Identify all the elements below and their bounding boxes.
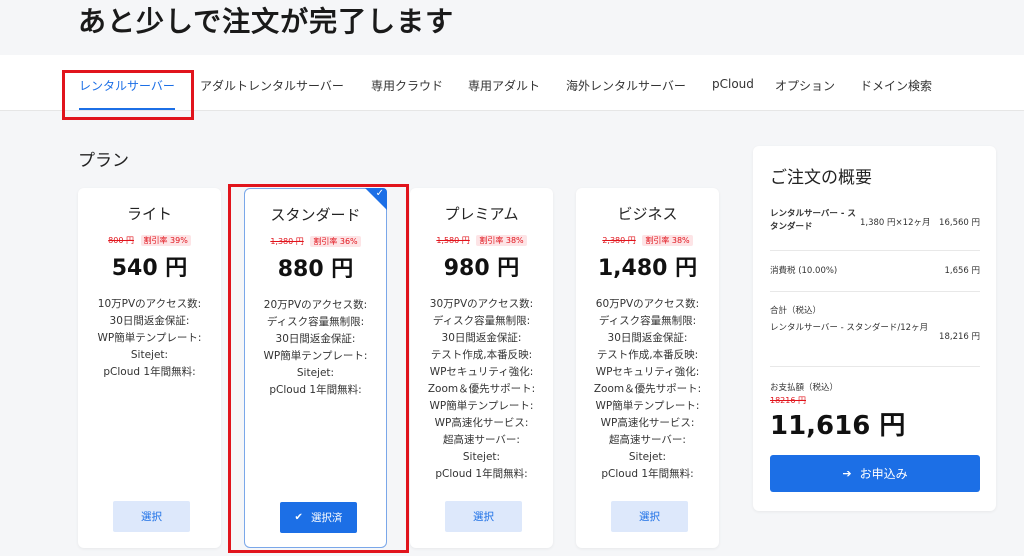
tab-dedicated-cloud[interactable]: 専用クラウド [371,77,443,94]
plan-name: プレミアム [444,205,519,223]
old-price: 1,580 円 [436,236,470,245]
feature-item: 60万PVのアクセス数: [595,298,700,310]
select-button-light[interactable]: 選択 [113,501,190,532]
feature-item: ディスク容量無制限: [432,315,531,327]
plan-card-light[interactable]: ライト 800 円 割引率 39% 540 円 10万PVのアクセス数: 30日… [78,188,221,548]
feature-item: pCloud 1年間無料: [601,468,694,480]
plan-name: ライト [126,205,172,223]
feature-item: pCloud 1年間無料: [103,366,196,378]
plan-name: ビジネス [617,205,678,223]
select-button-premium[interactable]: 選択 [445,501,522,532]
plan-price: 980 円 [443,256,520,281]
apply-button-label: お申込み [859,467,908,481]
price-row: 2,380 円 割引率 38% [576,235,719,246]
feature-item: 30日間返金保証: [109,315,190,327]
order-summary-panel: ご注文の概要 レンタルサーバー - スタンダード 1,380 円×12ヶ月 16… [753,146,996,511]
plan-section-title: プラン [78,151,129,171]
arrow-icon: ➔ [842,467,852,480]
old-price: 2,380 円 [602,236,636,245]
pay-label: お支払額（税込） [770,383,839,393]
feature-item: 30万PVのアクセス数: [429,298,534,310]
highlight-box-tab [62,70,194,120]
total-label: 合計（税込） [770,306,822,316]
discount-badge: 割引率 39% [140,235,191,246]
feature-item: WP高速化サービス: [434,417,529,429]
summary-item-unit: 1,380 円×12ヶ月 [860,218,931,228]
highlight-box-standard-card [228,184,409,553]
page-title: あと少しで注文が完了します [78,5,455,38]
feature-item: WPセキュリティ強化: [429,366,534,378]
total-amount: 18,216 円 [939,332,980,342]
discount-badge: 割引率 38% [642,235,693,246]
apply-button[interactable]: ➔ お申込み [770,455,980,492]
tab-adult-rental-server[interactable]: アダルトレンタルサーバー [200,77,344,94]
feature-item: 超高速サーバー: [609,434,686,446]
summary-item-amount: 16,560 円 [939,218,980,228]
total-item: レンタルサーバー - スタンダード/12ヶ月 [770,323,929,333]
feature-item: WP簡単テンプレート: [595,400,700,412]
select-button-label: 選択 [473,511,494,523]
tab-domain-search[interactable]: ドメイン検索 [860,77,932,94]
discount-badge: 割引率 38% [476,235,527,246]
feature-item: ディスク容量無制限: [598,315,697,327]
feature-item: 10万PVのアクセス数: [97,298,202,310]
feature-item: テスト作成,本番反映: [596,349,699,361]
feature-item: WPセキュリティ強化: [595,366,700,378]
feature-item: Sitejet: [462,451,501,463]
plan-price: 540 円 [111,256,188,281]
summary-item-name: レンタルサーバー - スタンダード [770,209,856,232]
tab-dedicated-adult[interactable]: 専用アダルト [468,77,540,94]
feature-item: WP簡単テンプレート: [429,400,534,412]
summary-tax-row: 消費税 (10.00%) 1,656 円 [770,264,980,276]
price-row: 800 円 割引率 39% [78,235,221,246]
feature-list: 30万PVのアクセス数: ディスク容量無制限: 30日間返金保証: テスト作成,… [410,296,553,483]
feature-item: pCloud 1年間無料: [435,468,528,480]
feature-list: 10万PVのアクセス数: 30日間返金保証: WP簡単テンプレート: Sitej… [78,296,221,381]
select-button-label: 選択 [141,511,162,523]
tax-label: 消費税 (10.00%) [770,266,838,276]
tab-options[interactable]: オプション [775,77,835,94]
feature-item: WP簡単テンプレート: [97,332,202,344]
old-price: 800 円 [108,236,134,245]
divider [770,366,980,367]
price-row: 1,580 円 割引率 38% [410,235,553,246]
feature-list: 60万PVのアクセス数: ディスク容量無制限: 30日間返金保証: テスト作成,… [576,296,719,483]
divider [770,291,980,292]
plan-card-business[interactable]: ビジネス 2,380 円 割引率 38% 1,480 円 60万PVのアクセス数… [576,188,719,548]
plan-price: 1,480 円 [597,256,698,281]
feature-item: Zoom＆優先サポート: [427,383,536,395]
feature-item: 超高速サーバー: [443,434,520,446]
feature-item: Sitejet: [130,349,169,361]
divider [770,250,980,251]
feature-item: テスト作成,本番反映: [430,349,533,361]
feature-item: WP高速化サービス: [600,417,695,429]
feature-item: 30日間返金保証: [441,332,522,344]
feature-item: 30日間返金保証: [607,332,688,344]
tab-pcloud[interactable]: pCloud [712,77,754,91]
tab-overseas-rental-server[interactable]: 海外レンタルサーバー [566,77,686,94]
feature-item: Zoom＆優先サポート: [593,383,702,395]
summary-title: ご注文の概要 [770,168,872,188]
feature-item: Sitejet: [628,451,667,463]
pay-total: 11,616 円 [770,411,906,441]
select-button-business[interactable]: 選択 [611,501,688,532]
tax-amount: 1,656 円 [944,266,980,276]
plan-card-premium[interactable]: プレミアム 1,580 円 割引率 38% 980 円 30万PVのアクセス数:… [410,188,553,548]
select-button-label: 選択 [639,511,660,523]
summary-total-label-row: 合計（税込） [770,304,980,316]
